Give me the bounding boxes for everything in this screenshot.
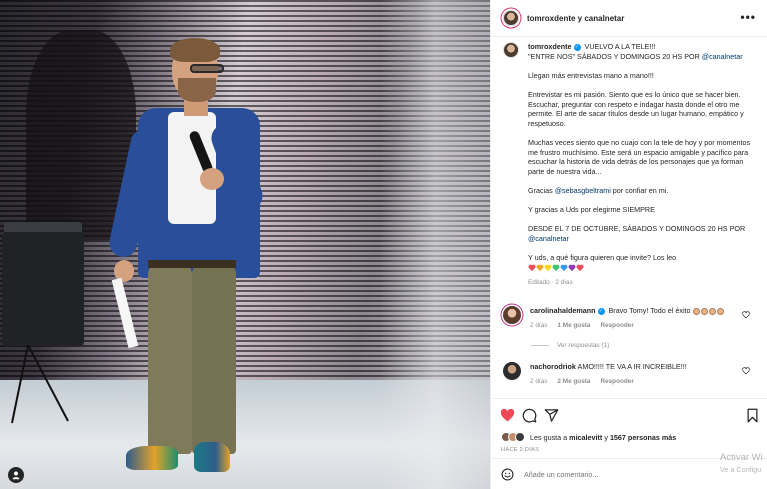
pants-right: [192, 264, 236, 454]
verified-badge-icon: ✓: [597, 307, 605, 315]
verified-badge-icon: ✓: [573, 43, 581, 51]
desk: [2, 232, 84, 346]
comment-time: 2 días: [530, 377, 548, 385]
tripod: [11, 345, 69, 424]
post-header: tomroxdente y canalnetar •••: [491, 0, 767, 37]
windows-activation-watermark: Activar Wi Ve a Configu: [720, 452, 763, 476]
caption-p2: Entrevistar es mi pasión. Siento que es …: [528, 89, 744, 128]
caption-p3: Muchas veces siento que no cuajo con la …: [528, 137, 751, 176]
commenter-avatar[interactable]: [503, 362, 521, 380]
liker-avatar[interactable]: [515, 432, 525, 442]
mention-canalnetar[interactable]: @canalnetar: [702, 52, 743, 61]
comment-item: carolinahaldemann ✓ Bravo Tomy! Todo el é…: [503, 306, 758, 330]
reply-button[interactable]: Responder: [600, 321, 633, 331]
watermark-line2: Ve a Configu: [720, 465, 762, 474]
heart-emoji-icon: [544, 265, 551, 271]
mention-sebasgbeltrami[interactable]: @sebasgbeltrami: [555, 186, 611, 195]
save-bookmark-icon[interactable]: [745, 408, 760, 423]
sneaker-right: [194, 442, 230, 472]
likes-count[interactable]: 1567 personas más: [610, 433, 676, 442]
author-avatar[interactable]: [503, 10, 519, 26]
header-username[interactable]: tomroxdente y canalnetar: [527, 14, 624, 23]
post-photo[interactable]: [0, 0, 490, 489]
comment-username[interactable]: carolinahaldemann: [530, 306, 596, 315]
caption-username[interactable]: tomroxdente: [528, 42, 572, 51]
caption-p4-post: por confiar en mi.: [610, 185, 669, 195]
comment-text: Bravo Tomy! Todo el éxito: [608, 306, 691, 315]
caption-p7: Y uds, a qué figura quieren que invite? …: [528, 253, 677, 263]
hair: [170, 38, 220, 62]
view-replies[interactable]: Ver respuestas (1): [531, 342, 609, 349]
face-emojis: [692, 306, 725, 315]
watermark-line1: Activar Wi: [720, 452, 763, 463]
comment-like-icon[interactable]: [742, 311, 750, 319]
sneaker-left: [126, 446, 178, 470]
comment-text: AMO!!!!! TE VA A IR INCREIBLE!!!: [577, 362, 687, 371]
comment-item: nachorodriok AMO!!!!! TE VA A IR INCREIB…: [503, 362, 758, 386]
post-caption: tomroxdente ✓ VUELVO A LA TELE!!! "ENTRE …: [503, 42, 758, 288]
reply-button[interactable]: Responder: [600, 377, 633, 387]
like-heart-icon[interactable]: [500, 408, 515, 423]
more-options-icon[interactable]: •••: [740, 10, 756, 24]
tagged-user-icon[interactable]: [8, 467, 24, 483]
beard: [178, 78, 216, 102]
caption-avatar[interactable]: [503, 42, 519, 58]
heart-emoji-icon: [528, 265, 535, 271]
mention-canalnetar-2[interactable]: @canalnetar: [528, 234, 569, 243]
likes-user[interactable]: micalevitt: [569, 433, 602, 442]
photo-blur-edge: [380, 0, 490, 489]
comment-likes[interactable]: 1 Me gusta: [557, 321, 590, 331]
heart-emoji-icon: [560, 265, 567, 271]
comment-likes[interactable]: 2 Me gusta: [557, 377, 590, 387]
hand-right: [200, 168, 224, 190]
commenter-avatar[interactable]: [503, 306, 521, 324]
post-side-panel: tomroxdente y canalnetar ••• tomroxdente…: [490, 0, 767, 489]
heart-emoji-icon: [536, 265, 543, 271]
heart-emojis: [528, 265, 583, 271]
view-replies-label: Ver respuestas (1): [557, 342, 610, 349]
heart-emoji-icon: [552, 265, 559, 271]
comment-username[interactable]: nachorodriok: [530, 362, 576, 371]
post-actions: [491, 406, 767, 426]
caption-p1: Llegan más entrevistas mano a mano!!!: [528, 70, 654, 80]
post-time: HACE 2 DÍAS: [501, 447, 540, 453]
comment-like-icon[interactable]: [742, 367, 750, 375]
comment-icon[interactable]: [522, 408, 537, 423]
presenter: [106, 38, 268, 483]
pants-left: [148, 264, 192, 454]
belt: [148, 260, 236, 268]
caption-p6: DESDE EL 7 DE OCTUBRE, SÁBADOS Y DOMINGO…: [528, 224, 746, 234]
caption-p5: Y gracias a Uds por elegirme SIEMPRE: [528, 205, 655, 215]
heart-emoji-icon: [576, 265, 583, 271]
likes-pre: Les gusta a: [530, 432, 570, 442]
paper-sheet: [111, 277, 139, 349]
likes-mid: y: [602, 432, 610, 442]
likes-summary: Les gusta a micalevitt y 1567 personas m…: [501, 432, 676, 442]
caption-p4-pre: Gracias: [528, 185, 555, 195]
sunglasses: [190, 64, 224, 73]
actions-divider: [491, 398, 767, 399]
emoji-smiley-icon[interactable]: [501, 468, 514, 481]
heart-emoji-icon: [568, 265, 575, 271]
caption-first-line: VUELVO A LA TELE!!!: [584, 42, 656, 51]
replies-divider: [531, 345, 549, 346]
add-comment-input[interactable]: [524, 469, 704, 479]
share-icon[interactable]: [544, 408, 559, 423]
caption-second-line: "ENTRE NOS" SÁBADOS Y DOMINGOS 20 HS POR: [528, 51, 702, 61]
edited-label: Editado · 2 días: [528, 279, 573, 287]
comment-time: 2 días: [530, 321, 548, 329]
